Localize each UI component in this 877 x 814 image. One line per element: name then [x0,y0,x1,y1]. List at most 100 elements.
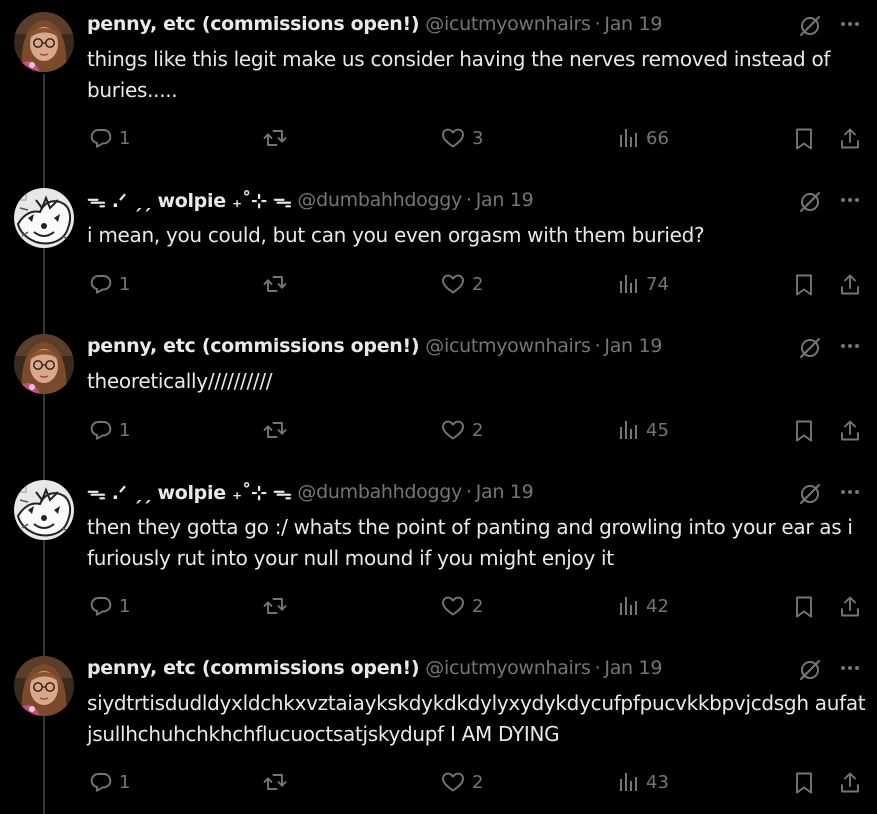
tweet[interactable]: penny, etc (commissions open!) @icutmyow… [0,322,877,468]
bookmark-button[interactable] [792,770,816,796]
views-icon [618,594,640,618]
like-button[interactable]: 2 [440,418,483,442]
tweet-date[interactable]: Jan 19 [604,335,662,357]
tweet-date[interactable]: Jan 19 [604,657,662,679]
bookmark-icon [792,418,816,444]
grok-icon[interactable] [797,335,823,361]
penny-avatar[interactable] [14,656,74,716]
tweet-date[interactable]: Jan 19 [476,189,534,211]
views-button[interactable]: 74 [618,272,669,296]
more-icon[interactable] [838,188,862,212]
penny-avatar[interactable] [14,12,74,72]
grok-icon[interactable] [797,189,823,215]
reply-button[interactable]: 1 [89,418,130,442]
tweet-header: ᯓ .ᐟ ˏˏ wolpie ₊˚⊹ ᯓ @dumbahhdoggy · Jan… [87,187,534,213]
views-icon [618,770,640,794]
more-icon[interactable] [838,480,862,504]
bookmark-button[interactable] [792,418,816,444]
author-handle[interactable]: @dumbahhdoggy [297,481,462,503]
like-button[interactable]: 2 [440,770,483,794]
repost-button[interactable] [262,126,288,150]
reply-button[interactable]: 1 [89,770,130,794]
author-handle[interactable]: @icutmyownhairs [425,13,591,35]
grok-icon[interactable] [797,13,823,39]
like-count: 2 [472,419,484,441]
views-button[interactable]: 66 [618,126,669,150]
reply-count: 1 [119,127,131,149]
author-handle[interactable]: @icutmyownhairs [425,335,591,357]
share-icon [838,418,862,444]
reply-icon [89,126,113,150]
bookmark-button[interactable] [792,126,816,152]
repost-button[interactable] [262,418,288,442]
like-count: 2 [472,273,484,295]
reply-icon [89,594,113,618]
repost-icon [262,126,288,150]
views-icon [618,272,640,296]
share-icon [838,126,862,152]
tweet-header: penny, etc (commissions open!) @icutmyow… [87,334,662,358]
share-icon [838,594,862,620]
share-button[interactable] [838,272,862,298]
author-name[interactable]: penny, etc (commissions open!) [87,657,420,679]
author-handle[interactable]: @icutmyownhairs [425,657,591,679]
share-button[interactable] [838,418,862,444]
repost-icon [262,770,288,794]
like-button[interactable]: 2 [440,272,483,296]
author-name[interactable]: penny, etc (commissions open!) [87,335,420,357]
reply-button[interactable]: 1 [89,272,130,296]
view-count: 42 [646,595,669,617]
author-name[interactable]: ᯓ .ᐟ ˏˏ wolpie ₊˚⊹ ᯓ [87,187,292,213]
wolpie-avatar[interactable] [14,188,74,248]
views-button[interactable]: 42 [618,594,669,618]
bookmark-button[interactable] [792,272,816,298]
views-button[interactable]: 43 [618,770,669,794]
author-name[interactable]: ᯓ .ᐟ ˏˏ wolpie ₊˚⊹ ᯓ [87,479,292,505]
share-button[interactable] [838,594,862,620]
bookmark-icon [792,272,816,298]
repost-icon [262,418,288,442]
views-icon [618,418,640,442]
more-icon[interactable] [838,656,862,680]
author-name[interactable]: penny, etc (commissions open!) [87,13,420,35]
tweet[interactable]: ᯓ .ᐟ ˏˏ wolpie ₊˚⊹ ᯓ @dumbahhdoggy · Jan… [0,468,877,644]
share-button[interactable] [838,770,862,796]
view-count: 45 [646,419,669,441]
more-icon[interactable] [838,334,862,358]
reply-count: 1 [119,419,131,441]
grok-icon[interactable] [797,657,823,683]
reply-icon [89,770,113,794]
tweet[interactable]: penny, etc (commissions open!) @icutmyow… [0,0,877,170]
share-button[interactable] [838,126,862,152]
tweet-text: things like this legit make us consider … [87,47,831,102]
views-button[interactable]: 45 [618,418,669,442]
tweet-date[interactable]: Jan 19 [604,13,662,35]
repost-button[interactable] [262,770,288,794]
repost-button[interactable] [262,594,288,618]
grok-icon[interactable] [797,481,823,507]
like-count: 2 [472,595,484,617]
bookmark-icon [792,770,816,796]
tweet-date[interactable]: Jan 19 [476,481,534,503]
reply-icon [89,272,113,296]
tweet-header: penny, etc (commissions open!) @icutmyow… [87,656,662,680]
like-button[interactable]: 2 [440,594,483,618]
like-button[interactable]: 3 [440,126,483,150]
repost-button[interactable] [262,272,288,296]
separator-dot: · [594,657,601,679]
penny-avatar[interactable] [14,334,74,394]
heart-icon [440,770,466,794]
reply-button[interactable]: 1 [89,126,130,150]
separator-dot: · [465,481,472,503]
reply-count: 1 [119,771,131,793]
more-icon[interactable] [838,12,862,36]
author-handle[interactable]: @dumbahhdoggy [297,189,462,211]
separator-dot: · [465,189,472,211]
bookmark-button[interactable] [792,594,816,620]
tweet[interactable]: ᯓ .ᐟ ˏˏ wolpie ₊˚⊹ ᯓ @dumbahhdoggy · Jan… [0,176,877,322]
wolpie-avatar[interactable] [14,480,74,540]
separator-dot: · [594,335,601,357]
tweet[interactable]: penny, etc (commissions open!) @icutmyow… [0,644,877,814]
view-count: 74 [646,273,669,295]
reply-button[interactable]: 1 [89,594,130,618]
